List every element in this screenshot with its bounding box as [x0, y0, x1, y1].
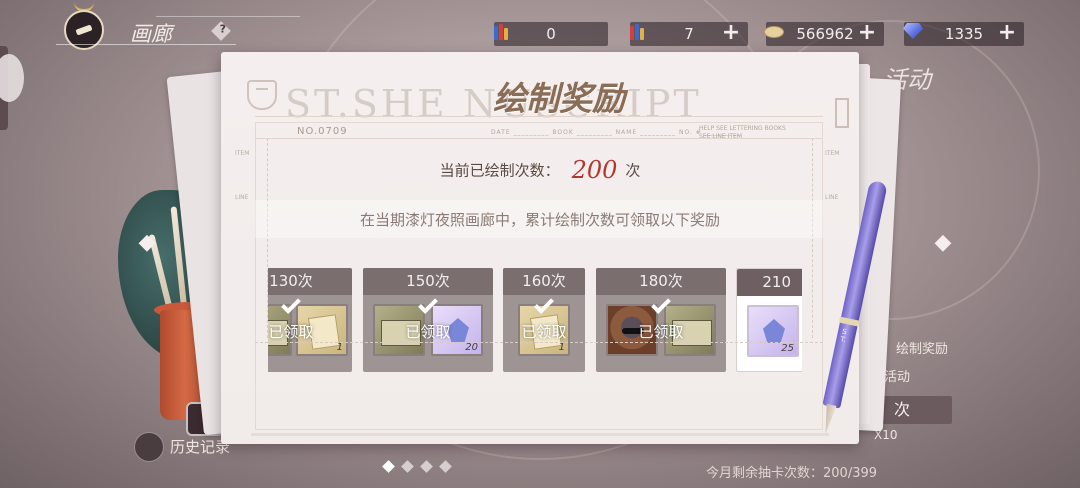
- draw-count-row: 当前已绘制次数： 200 次: [221, 156, 859, 184]
- resource-value: 0: [546, 25, 556, 43]
- draw-count-value: 200: [571, 156, 618, 184]
- help-icon[interactable]: ?: [211, 21, 231, 41]
- side-text-draw-reward: 绘制奖励: [896, 342, 949, 357]
- reward-card-210[interactable]: 210 25: [736, 268, 802, 372]
- history-button[interactable]: 历史记录: [134, 432, 234, 462]
- claimed-label: 已领取: [268, 323, 314, 341]
- form-number: NO.0709: [297, 126, 348, 137]
- reward-threshold: 180次: [596, 268, 726, 295]
- right-arrow-icon[interactable]: ◆: [930, 232, 956, 254]
- diamond-icon: [900, 18, 926, 46]
- reward-item-fairy-icon[interactable]: 25: [747, 305, 799, 357]
- reward-threshold: 130次: [268, 268, 352, 295]
- header-line: [156, 16, 300, 17]
- draw-reward-panel: ST.SHE NUSCRIPT 绘制奖励 NO.0709 DATE ______…: [221, 52, 859, 444]
- draw-count-unit: 次: [625, 161, 641, 180]
- claimed-overlay: 已领取: [596, 294, 726, 372]
- reward-card-160[interactable]: 160次 1 已领取: [503, 268, 585, 372]
- resource-diamond: 1335 +: [903, 22, 1024, 46]
- coin-icon: [762, 18, 788, 46]
- page-dot[interactable]: [420, 460, 433, 473]
- check-icon: [534, 294, 554, 314]
- add-paint-button[interactable]: +: [720, 22, 742, 46]
- panel-header: ST.SHE NUSCRIPT 绘制奖励: [241, 68, 849, 128]
- panel-title: 绘制奖励: [493, 79, 625, 118]
- claimed-overlay: 已领取: [268, 294, 352, 372]
- margin-label: LINE: [825, 194, 839, 201]
- claimed-overlay: 已领取: [503, 294, 585, 372]
- resource-value: 1335: [944, 25, 984, 43]
- page-header: 画廊 ?: [56, 4, 300, 50]
- resource-paint-tube-blue: 0: [494, 22, 608, 46]
- reward-card-130[interactable]: 130次 1 已领取: [268, 268, 352, 372]
- panel-bottom-edge: [251, 433, 829, 436]
- form-right-decoration: HELP SEE LETTERING BOOKS SEE LINE ITEM: [699, 125, 786, 140]
- reward-threshold: 210: [737, 269, 802, 296]
- settings-gear-icon[interactable]: [0, 54, 24, 102]
- claimed-label: 已领取: [405, 323, 451, 341]
- resource-paint-tube-red: 7 +: [630, 22, 748, 46]
- check-icon: [281, 294, 301, 314]
- reward-threshold: 160次: [503, 268, 585, 295]
- add-coin-button[interactable]: +: [856, 22, 878, 46]
- claimed-label: 已领取: [521, 323, 567, 341]
- month-remaining-text: 今月剩余抽卡次数：200/399: [706, 466, 878, 481]
- page-indicator: [382, 460, 452, 473]
- draw-count-label: 当前已绘制次数：: [439, 161, 560, 180]
- left-arrow-icon[interactable]: ◆: [134, 232, 160, 254]
- page-dot[interactable]: [382, 460, 395, 473]
- reward-card-150[interactable]: 150次 20 已领取: [363, 268, 493, 372]
- reward-carousel[interactable]: 130次 1 已领取 150次 20 已领取 160次 1 已领取 180次 已…: [268, 268, 802, 374]
- resource-value: 7: [684, 25, 694, 43]
- claimed-overlay: 已领取: [363, 294, 493, 372]
- side-text-activity: 活动: [884, 370, 911, 385]
- close-box-icon[interactable]: [835, 98, 849, 128]
- check-icon: [651, 294, 671, 314]
- claimed-label: 已领取: [638, 323, 684, 341]
- page-dot[interactable]: [401, 460, 414, 473]
- check-icon: [418, 294, 438, 314]
- paint-tubes-icon: [490, 18, 516, 46]
- reward-threshold: 150次: [363, 268, 493, 295]
- paint-tubes-icon: [626, 18, 652, 46]
- add-diamond-button[interactable]: +: [996, 22, 1018, 46]
- ruled-line: [255, 116, 823, 117]
- crest-icon: [247, 80, 277, 110]
- header-underline: [56, 44, 236, 45]
- resource-coin: 566962 +: [764, 22, 884, 46]
- page-dot[interactable]: [439, 460, 452, 473]
- margin-label: LINE: [235, 194, 249, 201]
- reward-description: 在当期漆灯夜照画廊中，累计绘制次数可领取以下奖励: [359, 211, 720, 229]
- history-icon: [134, 432, 164, 462]
- reward-card-180[interactable]: 180次 已领取: [596, 268, 726, 372]
- resource-value: 566962: [796, 25, 854, 43]
